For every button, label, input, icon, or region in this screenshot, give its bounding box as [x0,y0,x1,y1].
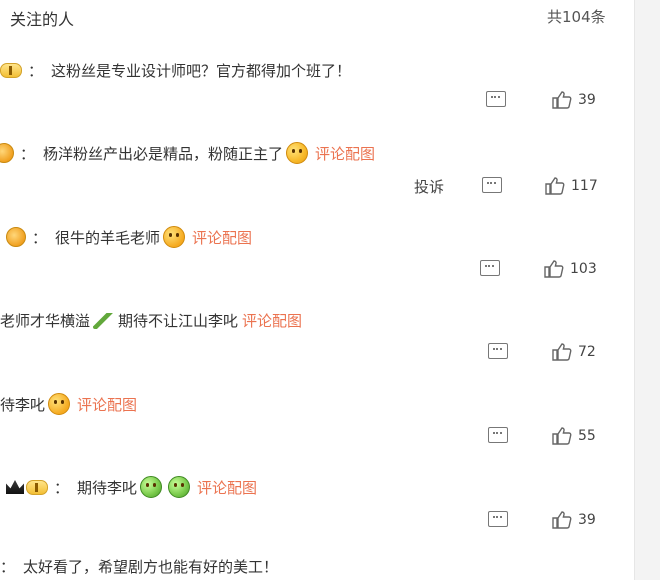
comment-6-like[interactable]: 39 [552,511,596,529]
colon: ： [0,558,16,576]
comment-5-text-row: 待李叱 评论配图 [0,393,137,415]
comment-text: 太好看了，希望剧方也能有好的美工！ [23,558,279,576]
comment-icon[interactable] [486,91,506,107]
like-count: 72 [578,344,596,360]
comment-image-link[interactable]: 评论配图 [242,310,302,331]
comment-icon[interactable] [488,511,508,527]
thumbs-up-icon[interactable] [545,177,565,195]
comment-text: 待李叱 [0,395,46,414]
grin-emoji-icon [48,393,71,415]
comment-text: 这粉丝是专业设计师吧？官方都得加个班了！ [51,62,352,80]
like-count: 55 [578,428,596,444]
smirk-emoji-icon [286,142,309,164]
comment-icon[interactable] [488,343,508,359]
colon: ： [28,62,44,80]
thumbs-up-icon[interactable] [552,511,572,529]
comment-image-link[interactable]: 评论配图 [315,143,375,164]
like-count: 103 [570,261,597,277]
crown-icon [6,480,24,494]
bamboo-emoji-icon [93,312,116,329]
comment-3-like[interactable]: 103 [544,260,597,278]
thumbs-up-icon[interactable] [552,343,572,361]
crying-emoji-icon [168,476,191,498]
header-title: 关注的人 [10,10,75,29]
comment-text: 老师才华横溢 [0,312,91,330]
avatar-icon [6,227,26,247]
avatar-icon [0,143,14,163]
comment-1-actions [486,91,506,107]
comment-text: 期待李叱 [77,478,138,497]
crying-emoji-icon [140,476,163,498]
user-badge-icon [0,63,22,78]
thumbs-up-icon[interactable] [552,427,572,445]
comment-text: 很牛的羊毛老师 [55,228,161,247]
comment-3-text-row: ： 很牛的羊毛老师 评论配图 [6,226,252,248]
comment-5-actions [488,427,508,443]
comment-1-like[interactable]: 39 [552,91,596,109]
comment-image-link[interactable]: 评论配图 [197,477,257,498]
grin-emoji-icon [163,226,186,248]
like-count: 39 [578,92,596,108]
comment-2-actions [482,177,502,193]
scrollbar[interactable] [634,0,660,580]
comment-image-link[interactable]: 评论配图 [192,227,252,248]
comment-icon[interactable] [482,177,502,193]
comment-1-text-row: ： 这粉丝是专业设计师吧？官方都得加个班了！ [0,60,351,81]
colon: ： [54,478,70,497]
comment-6-actions [488,511,508,527]
comment-2-text-row: ： 杨洋粉丝产出必是精品，粉随正主了 评论配图 [0,142,375,164]
comment-4-like[interactable]: 72 [552,343,596,361]
comment-image-link[interactable]: 评论配图 [77,394,137,415]
user-badge-icon [26,479,48,495]
like-count: 39 [578,512,596,528]
comment-text-continued: 期待不让江山李叱 [118,312,239,330]
colon: ： [32,228,48,247]
thumbs-up-icon[interactable] [544,260,564,278]
like-count: 117 [571,178,598,194]
report-link[interactable]: 投诉 [414,176,444,197]
comment-5-like[interactable]: 55 [552,427,596,445]
comment-6-text-row: ： 期待李叱 评论配图 [6,476,257,498]
comment-4-text-row: 老师才华横溢 期待不让江山李叱 评论配图 [0,310,302,331]
comment-text: 杨洋粉丝产出必是精品，粉随正主了 [43,144,284,163]
comment-3-actions [480,260,500,276]
comment-icon[interactable] [488,427,508,443]
comment-total-count: 共104条 [547,8,606,26]
comment-4-actions [488,343,508,359]
comment-icon[interactable] [480,260,500,276]
thumbs-up-icon[interactable] [552,91,572,109]
colon: ： [20,144,36,163]
comment-2-like[interactable]: 117 [545,177,598,195]
comment-7-text-row: ： 太好看了，希望剧方也能有好的美工！ [0,556,278,577]
